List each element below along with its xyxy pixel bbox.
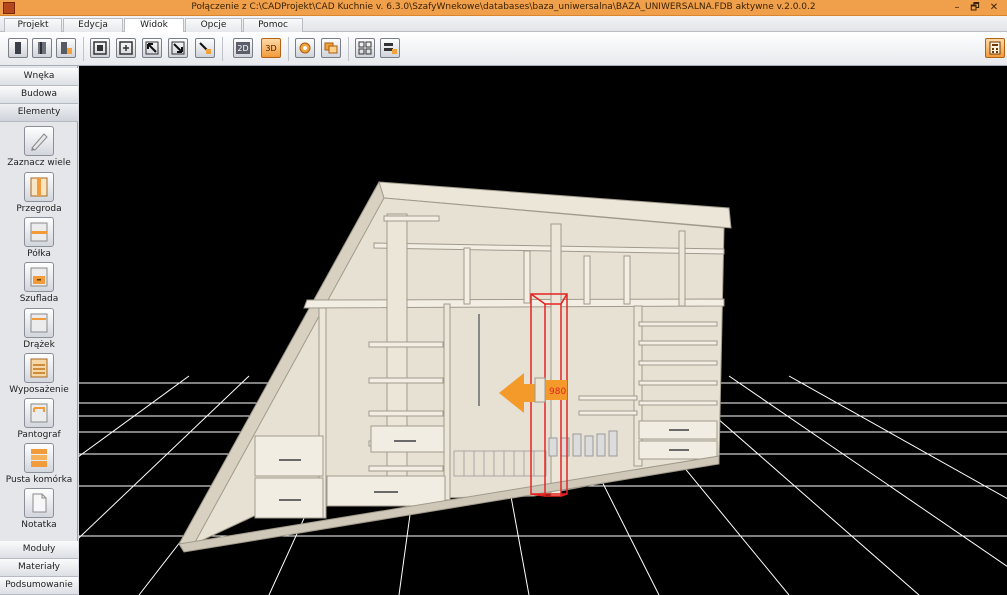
minimize-button[interactable]: – xyxy=(948,1,966,15)
tool-szuflada[interactable]: Szuflada xyxy=(0,260,78,306)
category-elementy[interactable]: Elementy xyxy=(0,104,78,122)
layers-lock-icon xyxy=(384,43,397,54)
category-moduly[interactable]: Moduły xyxy=(0,541,78,559)
select-multiple-icon xyxy=(24,126,54,156)
empty-cell-icon xyxy=(24,443,54,473)
category-budowa[interactable]: Budowa xyxy=(0,86,78,104)
mode-2d-button[interactable]: 2D xyxy=(233,38,253,58)
toolbar-separator xyxy=(83,37,84,61)
layers-button[interactable] xyxy=(380,38,400,58)
panel-lock-icon xyxy=(61,42,72,54)
arrow-lock-icon xyxy=(199,42,211,54)
fit-view-icon xyxy=(93,41,107,55)
toolbar-separator xyxy=(288,37,289,61)
arrow-nw-button[interactable] xyxy=(142,38,162,58)
vertical-panel xyxy=(443,303,451,501)
toolbar-separator xyxy=(348,37,349,61)
tool-notatka[interactable]: Notatka xyxy=(0,486,78,532)
menu-bar: Projekt Edycja Widok Opcje Pomoc xyxy=(0,16,1007,33)
tool-przegroda[interactable]: Przegroda xyxy=(0,170,78,216)
category-wneka[interactable]: Wnęka xyxy=(0,68,78,86)
mode-2d-icon: 2D xyxy=(236,42,250,54)
panel-front-icon xyxy=(15,42,21,54)
windows-icon xyxy=(324,42,338,54)
mode-3d-button[interactable]: 3D xyxy=(261,38,281,58)
restore-button[interactable]: 🗗 xyxy=(966,1,984,15)
drawer-icon xyxy=(24,262,54,292)
tab-projekt[interactable]: Projekt xyxy=(4,18,62,32)
arrow-se-button[interactable] xyxy=(168,38,188,58)
grid-icon xyxy=(358,41,372,55)
view-front-button[interactable] xyxy=(8,38,28,58)
window-title: Połączenie z C:\CADProjekt\CAD Kuchnie v… xyxy=(191,2,816,12)
panel-side-icon xyxy=(38,42,46,54)
tool-polka[interactable]: Półka xyxy=(0,215,78,261)
tab-widok[interactable]: Widok xyxy=(124,18,184,33)
tool-pantograf[interactable]: Pantograf xyxy=(0,396,78,442)
tab-opcje[interactable]: Opcje xyxy=(185,18,242,32)
calculator-button[interactable] xyxy=(985,38,1005,58)
vertical-panel xyxy=(678,230,686,307)
mode-3d-icon: 3D xyxy=(265,44,276,53)
fit-view-button[interactable] xyxy=(90,38,110,58)
fit-view-2-button[interactable] xyxy=(116,38,136,58)
middle-shelf xyxy=(303,298,725,309)
toolbar: 2D 3D xyxy=(0,32,1007,66)
dimension-label: 980 xyxy=(549,387,566,397)
toolbar-separator xyxy=(222,37,223,61)
grid-button[interactable] xyxy=(355,38,375,58)
left-panel: Wnęka Budowa Elementy Zaznacz wiele Prze… xyxy=(0,66,78,595)
svg-text:3D: 3D xyxy=(265,44,276,53)
arrow-se-icon xyxy=(171,41,185,55)
partition-knob xyxy=(534,377,546,403)
note-icon xyxy=(24,488,54,518)
wardrobe-model: 980 xyxy=(178,181,732,553)
close-button[interactable]: ✕ xyxy=(985,1,1003,15)
tool-wyposazenie[interactable]: Wyposażenie xyxy=(0,351,78,397)
tab-pomoc[interactable]: Pomoc xyxy=(243,18,303,32)
calculator-icon xyxy=(989,41,1001,55)
arrow-nw-icon xyxy=(145,41,159,55)
vertical-panel xyxy=(386,213,408,505)
tool-pusta-komorka[interactable]: Pusta komórka xyxy=(0,441,78,487)
category-materialy[interactable]: Materiały xyxy=(0,559,78,577)
view-side-button[interactable] xyxy=(32,38,52,58)
pantograph-icon xyxy=(24,398,54,428)
category-podsumowanie[interactable]: Podsumowanie xyxy=(0,577,78,595)
windows-button[interactable] xyxy=(321,38,341,58)
fit-view-2-icon xyxy=(119,41,133,55)
arrow-lock-button[interactable] xyxy=(195,38,215,58)
title-bar: Połączenie z C:\CADProjekt\CAD Kuchnie v… xyxy=(0,0,1007,16)
tool-zaznacz-wiele[interactable]: Zaznacz wiele xyxy=(0,124,78,170)
svg-text:2D: 2D xyxy=(237,44,248,53)
settings-button[interactable] xyxy=(295,38,315,58)
equipment-icon xyxy=(24,353,54,383)
rail-icon xyxy=(24,308,54,338)
tab-edycja[interactable]: Edycja xyxy=(63,18,123,32)
partition-icon xyxy=(24,172,54,202)
tool-drazek[interactable]: Drążek xyxy=(0,306,78,352)
settings-gear-icon xyxy=(299,42,311,54)
scene-3d: 980 xyxy=(79,181,1007,595)
viewport-3d[interactable]: 980 xyxy=(79,66,1007,595)
shelf-icon xyxy=(24,217,54,247)
view-lock-button[interactable] xyxy=(56,38,76,58)
